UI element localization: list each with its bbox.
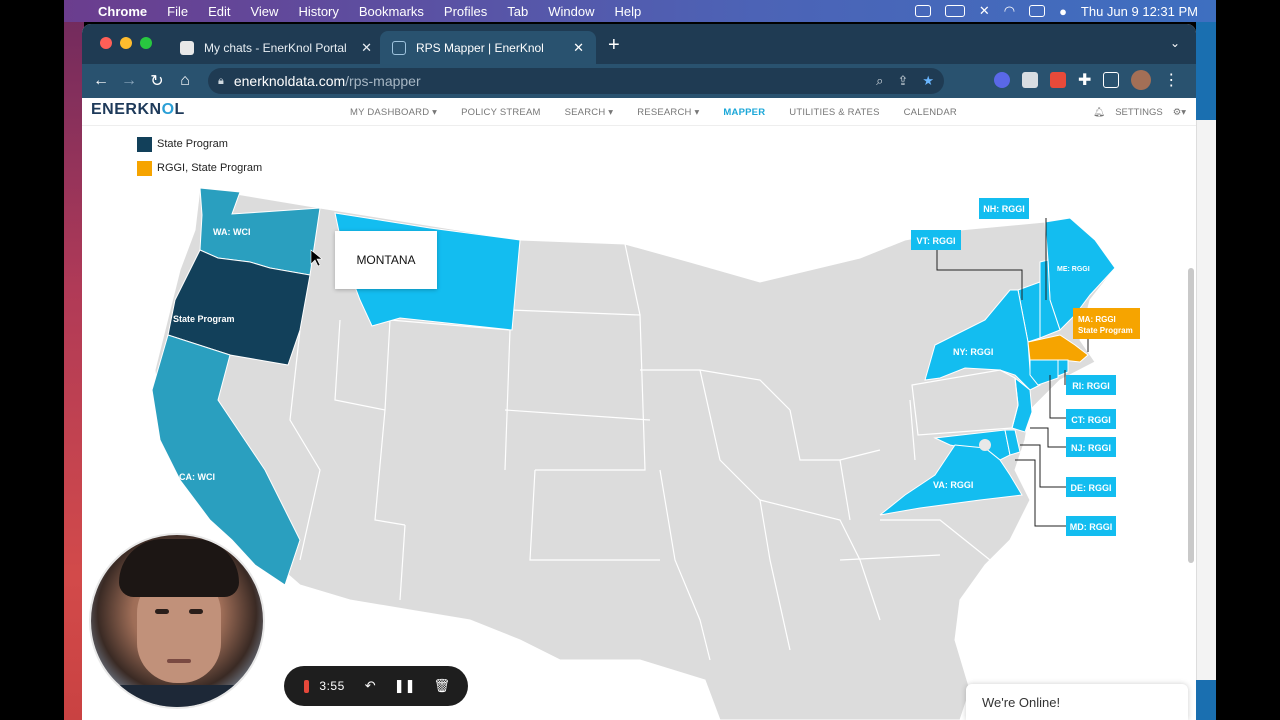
menu-window[interactable]: Window [548, 4, 594, 19]
side-panel-icon[interactable] [1103, 72, 1120, 88]
pause-icon[interactable]: ❚❚ [394, 678, 416, 694]
url-path: /rps-mapper [345, 73, 421, 89]
menu-edit[interactable]: Edit [208, 4, 230, 19]
window-controls [100, 37, 152, 49]
bookmark-star-icon[interactable]: ★ [922, 73, 934, 89]
dc-marker[interactable] [979, 439, 991, 451]
tab-rps-mapper[interactable]: RPS Mapper | EnerKnol ✕ [380, 31, 596, 64]
undo-icon[interactable]: ↶ [365, 678, 376, 694]
callout-text: MD: RGGI [1070, 522, 1113, 532]
callout-text: NH: RGGI [983, 204, 1025, 214]
page-favicon-icon [392, 40, 406, 55]
menu-clock[interactable]: Thu Jun 9 12:31 PM [1081, 4, 1198, 19]
bluetooth-icon[interactable]: ✕ [979, 3, 990, 19]
omnibox-actions: ⌕ ⇪ ★ [876, 68, 944, 94]
menu-bookmarks[interactable]: Bookmarks [359, 4, 424, 19]
home-icon[interactable]: ⌂ [171, 72, 199, 90]
webcam-eye [155, 609, 169, 614]
recording-controls: 3:55 ↶ ❚❚ 🗑︎ [284, 666, 468, 706]
callout-text: VT: RGGI [916, 236, 955, 246]
webcam-eye [189, 609, 203, 614]
webcam-bubble[interactable] [89, 533, 265, 709]
minimize-window-button[interactable] [120, 37, 132, 49]
recording-timer: 3:55 [319, 679, 345, 693]
reload-icon[interactable]: ↻ [143, 71, 171, 91]
menu-view[interactable]: View [250, 4, 278, 19]
video-icon[interactable] [914, 5, 931, 17]
callout-text: State Program [1078, 326, 1133, 335]
zoom-search-icon[interactable]: ⌕ [876, 73, 883, 89]
tab-close-icon[interactable]: ✕ [361, 40, 372, 56]
menu-history[interactable]: History [298, 4, 338, 19]
stop-recording-button[interactable] [304, 679, 310, 693]
tab-strip: My chats - EnerKnol Portal ✕ RPS Mapper … [82, 24, 1196, 64]
callout-ri[interactable]: RI: RGGI [1066, 375, 1116, 395]
callout-text: RI: RGGI [1072, 381, 1110, 391]
menu-file[interactable]: File [167, 4, 188, 19]
webcam-hair [119, 539, 239, 597]
menu-help[interactable]: Help [615, 4, 642, 19]
label-ny: NY: RGGI [953, 347, 993, 357]
back-arrow-icon[interactable]: ← [87, 72, 115, 90]
callout-nh[interactable]: NH: RGGI [979, 198, 1029, 219]
tab-search-chevron-icon[interactable]: ⌄ [1170, 36, 1180, 50]
callout-vt[interactable]: VT: RGGI [911, 230, 961, 250]
callout-ma[interactable]: MA: RGGI State Program [1073, 308, 1140, 339]
battery-icon[interactable] [944, 5, 965, 17]
close-window-button[interactable] [100, 37, 112, 49]
notification-extension-icon[interactable] [1050, 72, 1066, 88]
label-wa: WA: WCI [213, 227, 251, 237]
callout-ct[interactable]: CT: RGGI [1066, 409, 1116, 429]
callout-de[interactable]: DE: RGGI [1066, 477, 1116, 497]
callout-text: CT: RGGI [1071, 415, 1111, 425]
control-center-icon[interactable] [1029, 5, 1046, 17]
state-tooltip: MONTANA [335, 231, 437, 289]
tab-title: My chats - EnerKnol Portal [204, 40, 347, 55]
puzzle-icon[interactable]: ✚ [1078, 70, 1091, 90]
callout-md[interactable]: MD: RGGI [1066, 516, 1116, 536]
page-favicon-icon [180, 40, 194, 55]
label-ca: CA: WCI [179, 472, 215, 482]
wifi-icon[interactable]: ◠ [1004, 3, 1015, 19]
extension-icon[interactable] [994, 72, 1010, 88]
profile-avatar[interactable] [1131, 70, 1152, 90]
label-me: ME: RGGI [1057, 266, 1090, 273]
callout-text: NJ: RGGI [1071, 443, 1111, 453]
chat-status: We're Online! [982, 694, 1061, 710]
new-tab-button[interactable]: + [608, 34, 620, 57]
menu-tab[interactable]: Tab [507, 4, 528, 19]
shield-extension-icon[interactable] [1022, 72, 1038, 88]
callout-text: DE: RGGI [1070, 483, 1111, 493]
callout-text: MA: RGGI [1078, 315, 1116, 324]
webcam-mouth [167, 659, 191, 663]
url-host: enerknoldata.com [233, 73, 346, 89]
chat-widget[interactable]: We're Online! [966, 684, 1188, 720]
mac-menu-bar: Chrome File Edit View History Bookmarks … [64, 0, 1216, 22]
trash-icon[interactable]: 🗑︎ [433, 678, 450, 694]
page-scrollbar[interactable] [1188, 268, 1194, 563]
tab-close-icon[interactable]: ✕ [573, 40, 584, 56]
tab-my-chats[interactable]: My chats - EnerKnol Portal ✕ [168, 31, 384, 64]
share-icon[interactable]: ⇪ [897, 73, 908, 89]
label-va: VA: RGGI [933, 480, 973, 490]
background-window [1196, 120, 1216, 680]
callout-nj[interactable]: NJ: RGGI [1066, 437, 1116, 457]
label-or: State Program [173, 314, 235, 324]
address-bar[interactable]: 🔒︎ enerknoldata.com/rps-mapper ⌕ ⇪ ★ [208, 68, 944, 94]
webcam-shirt [101, 685, 257, 707]
menu-profiles[interactable]: Profiles [444, 4, 487, 19]
screen: Chrome File Edit View History Bookmarks … [0, 0, 1280, 720]
menu-app-name[interactable]: Chrome [98, 4, 147, 19]
desktop-wallpaper [64, 0, 84, 720]
siri-icon[interactable]: ● [1059, 4, 1067, 19]
extensions-area: ✚ ⋮ [994, 70, 1179, 90]
tab-title: RPS Mapper | EnerKnol [416, 40, 544, 55]
zoom-window-button[interactable] [140, 37, 152, 49]
status-area: ✕ ◠ ● Thu Jun 9 12:31 PM [914, 3, 1216, 19]
forward-arrow-icon[interactable]: → [115, 72, 143, 90]
lock-icon[interactable]: 🔒︎ [218, 75, 224, 88]
kebab-menu-icon[interactable]: ⋮ [1163, 70, 1179, 90]
browser-toolbar: ← → ↻ ⌂ 🔒︎ enerknoldata.com/rps-mapper ⌕… [82, 64, 1196, 98]
